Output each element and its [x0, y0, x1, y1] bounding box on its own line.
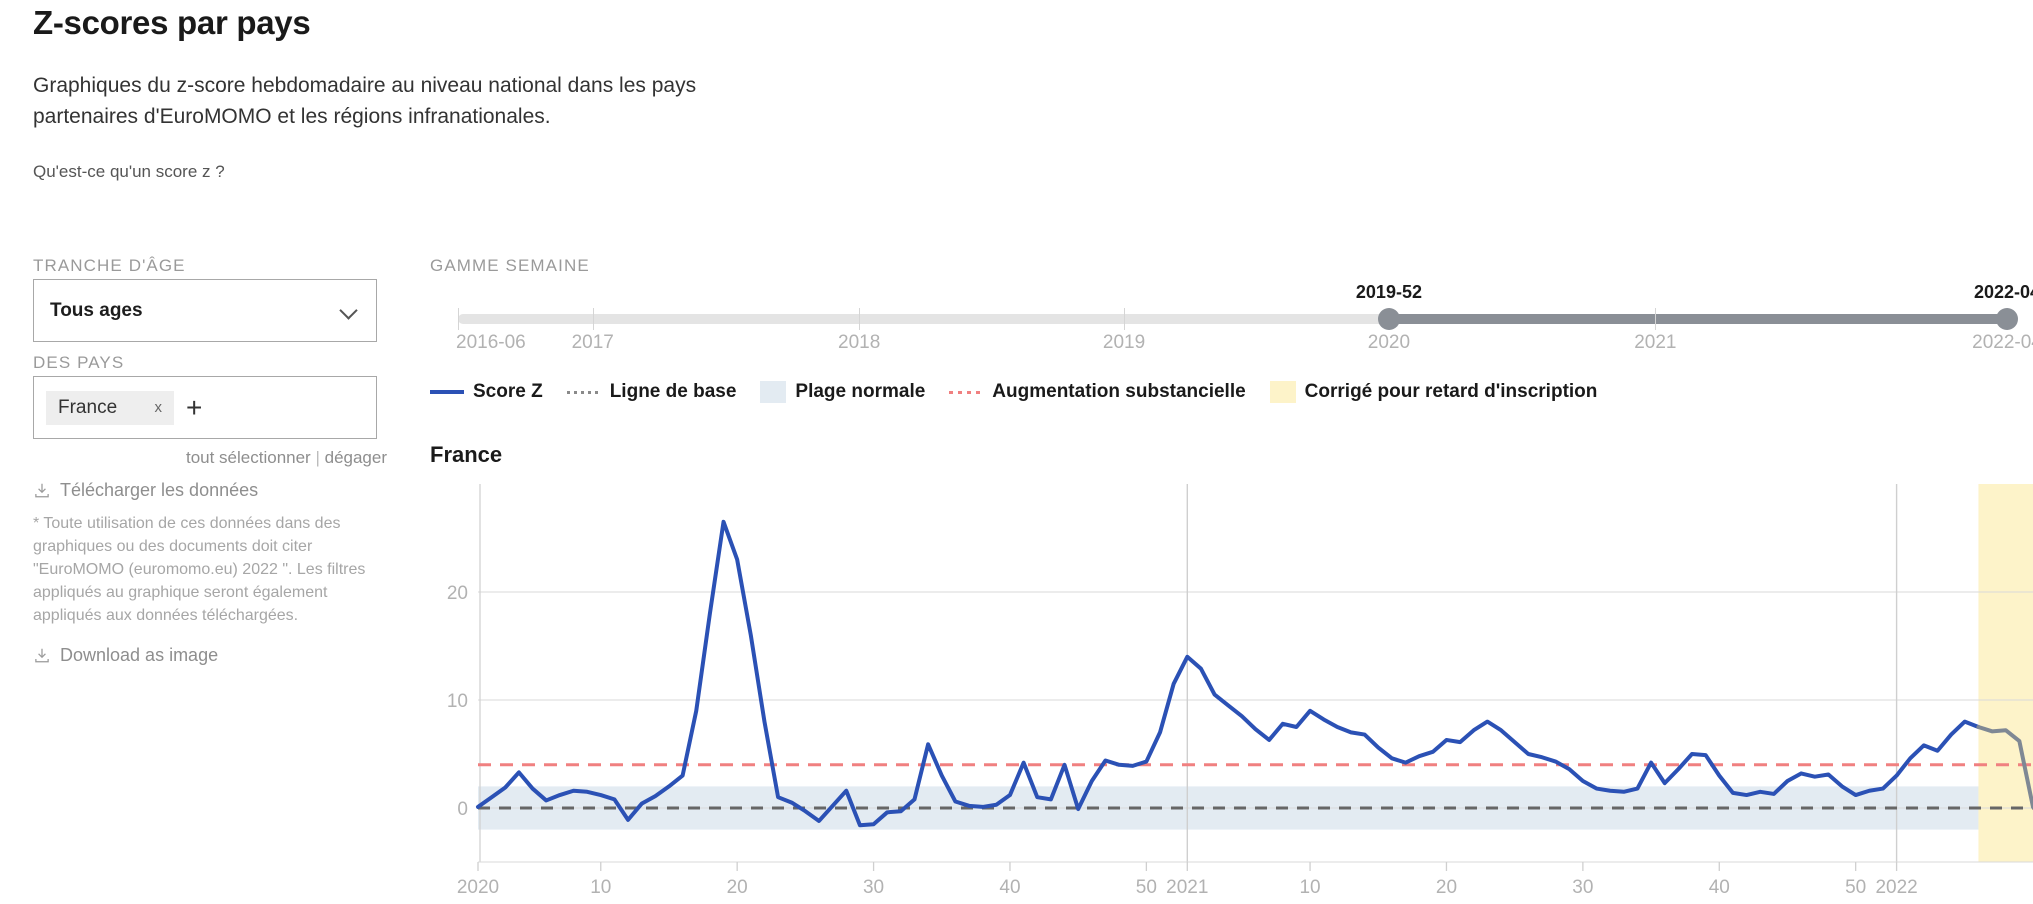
week-range-slider[interactable]: 2016-06 2017 2018 2019 2020 2021 2022-04 2019-…: [430, 278, 2033, 360]
x-axis-tick-label: 20: [727, 877, 748, 898]
chevron-down-icon: [340, 302, 358, 320]
x-axis-tick-label: 50: [1136, 877, 1157, 898]
slider-handle-left-value: 2019-52: [1355, 282, 1422, 302]
zscore-line-chart[interactable]: 010202020 10 20 30 40 50 2021 10 20 30 40 50 2022: [430, 478, 2033, 904]
legend-item-3[interactable]: Augmentation substancielle: [949, 381, 1246, 403]
chart-title: France: [430, 442, 503, 467]
country-tag-france[interactable]: France x: [46, 390, 174, 425]
delay-corrected-band: [1978, 484, 2033, 862]
download-data-button[interactable]: Télécharger les données: [33, 480, 258, 501]
x-axis-tick-label: 30: [1572, 877, 1593, 898]
slider-tick-mark: [592, 308, 594, 330]
plus-icon[interactable]: +: [182, 393, 206, 422]
y-axis-tick-label: 0: [457, 799, 468, 820]
download-icon: [35, 648, 49, 662]
slider-tick-label: 2016-06: [456, 332, 526, 353]
download-icon: [35, 483, 49, 497]
legend-swatch-icon: [430, 390, 464, 394]
legend-item-0[interactable]: Score Z: [430, 381, 543, 403]
legend-item-2[interactable]: Plage normale: [760, 381, 925, 403]
legend-swatch-icon: [760, 381, 787, 403]
slider-handle-right[interactable]: [1996, 308, 2018, 330]
legend-item-4[interactable]: Corrigé pour retard d'inscription: [1269, 381, 1598, 403]
x-axis-tick-label: 40: [999, 877, 1020, 898]
x-axis-tick-label: 10: [590, 877, 611, 898]
legend-label: Plage normale: [795, 381, 926, 402]
legend-label: Augmentation substancielle: [992, 381, 1246, 402]
slider-tick-mark: [1655, 308, 1657, 330]
slider-handle-left[interactable]: [1377, 308, 1400, 330]
slider-tick-mark: [859, 308, 861, 330]
page-root: Z-scores par pays Graphiques du z-score …: [0, 0, 2033, 904]
y-axis-tick-label: 20: [447, 583, 468, 604]
slider-tick-label: 2021: [1634, 332, 1677, 353]
x-axis-tick-label: 2020: [457, 877, 499, 898]
y-axis-tick-label: 10: [447, 691, 468, 712]
download-image-label: Download as image: [60, 645, 219, 665]
legend-swatch-icon: [566, 390, 601, 394]
x-axis-tick-label: 2022: [1875, 877, 1917, 898]
slider-tick-label: 2017: [571, 332, 614, 353]
slider-tick-label: 2022-04: [1972, 332, 2033, 353]
slider-handle-right-value: 2022-04: [1973, 282, 2033, 302]
data-usage-disclaimer: * Toute utilisation de ces données dans …: [33, 515, 366, 624]
clear-link[interactable]: dégager: [325, 448, 387, 467]
main-panel: GAMME SEMAINE 2016-06 2017 2018 2019 2020 202…: [430, 0, 2033, 904]
x-axis-tick-label: 2021: [1166, 877, 1208, 898]
countries-label: DES PAYS: [33, 353, 125, 372]
chart-area: 0 10 20 2020 10 20 30 40 50 2021 10 20 30 40 50 2022: [430, 478, 2033, 904]
sidebar: TRANCHE D'ÂGE Tous ages DES PAYS France …: [0, 0, 420, 904]
age-group-label: TRANCHE D'ÂGE: [33, 256, 186, 275]
legend-swatch-icon: [949, 390, 984, 394]
x-axis-tick-label: 40: [1709, 877, 1730, 898]
select-links: tout sélectionner | dégager: [186, 448, 387, 468]
legend-item-1[interactable]: Ligne de base: [566, 381, 737, 403]
legend-label: Ligne de base: [609, 381, 737, 402]
slider-tick-mark: [458, 308, 459, 330]
slider-tick-mark: [1124, 308, 1126, 330]
x-axis-tick-label: 20: [1436, 877, 1457, 898]
slider-tick-label: 2019: [1102, 332, 1146, 353]
download-image-button[interactable]: Download as image: [33, 645, 218, 666]
legend-swatch-icon: [1269, 381, 1296, 403]
age-group-value: Tous ages: [50, 299, 143, 321]
close-icon[interactable]: x: [155, 399, 163, 416]
x-axis-tick-label: 30: [863, 877, 884, 898]
x-axis-tick-label: 10: [1299, 877, 1320, 898]
download-data-label: Télécharger les données: [60, 480, 259, 500]
select-all-link[interactable]: tout sélectionner: [186, 448, 311, 467]
chart-legend: Score Z Ligne de base Plage normale Augment…: [430, 381, 1608, 403]
x-axis-tick-label: 50: [1845, 877, 1866, 898]
legend-label: Score Z: [473, 381, 543, 402]
slider-tick-label: 2020: [1367, 332, 1411, 353]
countries-select[interactable]: France x +: [33, 376, 377, 439]
country-tag-label: France: [58, 396, 118, 418]
slider-track-active: [1388, 314, 2007, 324]
legend-label: Corrigé pour retard d'inscription: [1304, 381, 1598, 402]
week-range-label: GAMME SEMAINE: [430, 256, 590, 275]
link-separator: |: [315, 448, 320, 467]
age-group-select[interactable]: Tous ages: [33, 279, 377, 342]
zscore-line: [476, 519, 1981, 828]
slider-tick-label: 2018: [838, 332, 881, 353]
